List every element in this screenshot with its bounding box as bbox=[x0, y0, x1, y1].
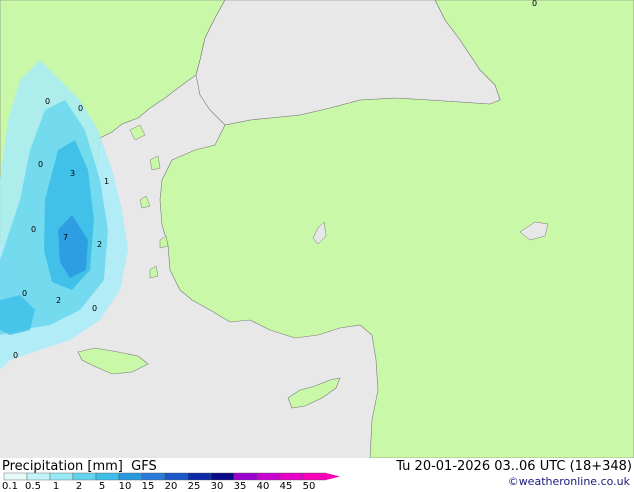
legend-swatch bbox=[256, 472, 281, 481]
valid-time: Tu 20-01-2026 03..06 UTC (18+348) bbox=[396, 459, 632, 474]
legend-swatch bbox=[95, 472, 120, 481]
legend-tick-label: 5 bbox=[98, 481, 106, 492]
legend-swatch bbox=[72, 472, 97, 481]
precip-label: 0 bbox=[532, 0, 537, 8]
precip-label: 0 bbox=[38, 160, 43, 169]
precip-label: 1 bbox=[104, 177, 109, 186]
precip-label: 2 bbox=[56, 296, 61, 305]
precip-label: 7 bbox=[63, 233, 68, 242]
precip-label: 0 bbox=[78, 104, 83, 113]
credit-link[interactable]: ©weatheronline.co.uk bbox=[508, 475, 630, 488]
precip-label: 3 bbox=[70, 169, 75, 178]
legend-tick-label: 20 bbox=[164, 481, 178, 492]
precip-label: 0 bbox=[31, 225, 36, 234]
legend-swatch bbox=[233, 472, 258, 481]
legend-swatch bbox=[210, 472, 235, 481]
legend-tick-label: 0.1 bbox=[2, 481, 18, 492]
legend-arrow bbox=[326, 473, 340, 480]
legend-swatch bbox=[118, 472, 143, 481]
legend-tick-label: 15 bbox=[141, 481, 155, 492]
legend-tick-label: 30 bbox=[210, 481, 224, 492]
legend-tick-label: 10 bbox=[118, 481, 132, 492]
legend-swatch bbox=[164, 472, 189, 481]
legend-tick-label: 2 bbox=[75, 481, 83, 492]
precip-label: 0 bbox=[92, 304, 97, 313]
precip-label: 0 bbox=[22, 289, 27, 298]
legend-swatch bbox=[302, 472, 327, 481]
precip-label: 0 bbox=[13, 351, 18, 360]
precip-label: 2 bbox=[97, 240, 102, 249]
legend-swatch bbox=[26, 472, 51, 481]
legend-tick-label: 0.5 bbox=[25, 481, 41, 492]
legend-swatch bbox=[49, 472, 74, 481]
legend-swatch bbox=[141, 472, 166, 481]
legend-swatch bbox=[3, 472, 28, 481]
legend-tick-label: 50 bbox=[302, 481, 316, 492]
legend-tick-label: 40 bbox=[256, 481, 270, 492]
legend-swatch bbox=[279, 472, 304, 481]
legend-tick-label: 1 bbox=[52, 481, 60, 492]
precipitation-map: 0 0 0 3 1 0 7 2 0 2 0 0 0 bbox=[0, 0, 634, 458]
legend-swatch bbox=[187, 472, 212, 481]
legend-tick-label: 25 bbox=[187, 481, 201, 492]
precip-label: 0 bbox=[45, 97, 50, 106]
legend-tick-label: 35 bbox=[233, 481, 247, 492]
legend-tick-label: 45 bbox=[279, 481, 293, 492]
